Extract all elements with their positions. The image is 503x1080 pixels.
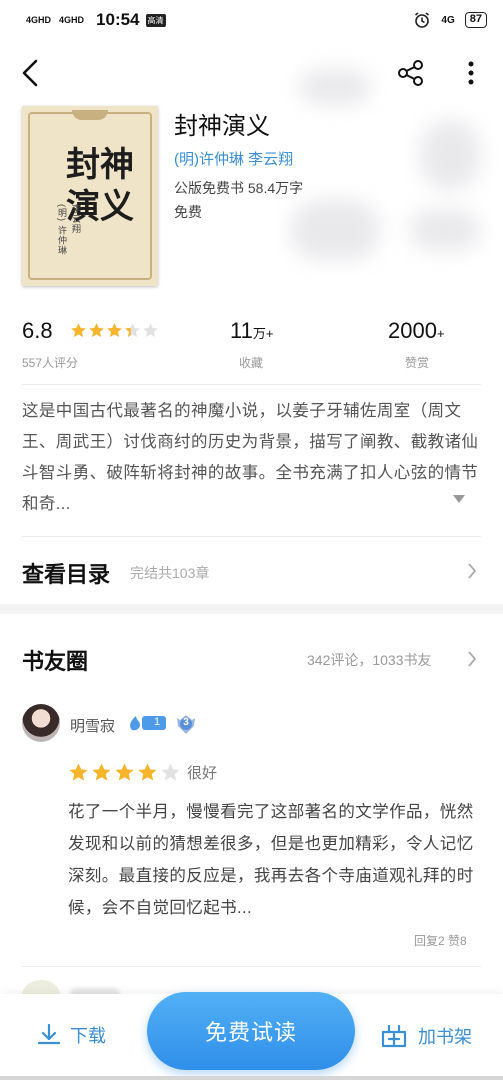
- blurred-area-1: [420, 120, 480, 190]
- star-icon: [89, 323, 104, 337]
- share-icon: [398, 60, 423, 86]
- review-rating-text: 很好: [187, 765, 218, 782]
- user-level: 1: [153, 716, 161, 728]
- review-text[interactable]: 花了一个半月，慢慢看完了这部著名的文学作品，恍然发现和以前的猜想差很多，但是也更…: [68, 796, 483, 924]
- cover-author-1: (明) 许仲琳: [57, 204, 67, 256]
- book-meta: 公版免费书 58.4万字: [174, 180, 304, 196]
- section-separator: [0, 604, 503, 614]
- signal-indicator-2: 4GHD: [59, 14, 85, 25]
- star-icon: [125, 323, 140, 337]
- blurred-area-2: [290, 200, 380, 260]
- badge-level: 3: [183, 717, 189, 728]
- status-right: 4G 87: [413, 11, 487, 29]
- reward-label: 赞赏: [405, 356, 430, 370]
- collect-value: 11: [230, 318, 253, 343]
- divider: [22, 536, 481, 537]
- status-bar: 4GHD 4GHD 10:54 高清 4G 87: [0, 0, 503, 40]
- hd-badge: 高清: [145, 13, 166, 27]
- clock: 10:54: [96, 10, 140, 29]
- table-of-contents-row[interactable]: 查看目录 完结共103章: [0, 540, 503, 602]
- home-indicator: [0, 1076, 503, 1080]
- divider: [22, 966, 481, 967]
- book-description[interactable]: 这是中国古代最著名的神魔小说，以姜子牙辅佐周室（周文王、周武王）讨伐商纣的历史为…: [22, 396, 484, 520]
- star-icon: [138, 763, 157, 781]
- book-price: 免费: [174, 204, 202, 220]
- collect-unit: 万+: [252, 326, 274, 341]
- circle-meta[interactable]: 342评论，1033书友: [307, 650, 432, 670]
- collect-stat[interactable]: 11万+: [230, 318, 273, 344]
- book-title: 封神演义: [174, 113, 270, 140]
- signal-indicator-1: 4GHD: [26, 14, 52, 25]
- download-icon: [37, 1023, 61, 1045]
- star-icon: [115, 763, 134, 781]
- reward-stat[interactable]: 2000+: [388, 318, 445, 344]
- reward-value: 2000: [388, 318, 437, 343]
- rating-score: 6.8: [22, 318, 53, 344]
- toc-subtitle: 完结共103章: [130, 565, 210, 581]
- add-to-shelf-button[interactable]: 加书架: [380, 1022, 472, 1050]
- top-nav: [0, 44, 503, 104]
- avatar[interactable]: [22, 704, 60, 742]
- circle-title: 书友圈: [22, 649, 89, 674]
- chevron-left-icon: [22, 59, 38, 87]
- download-button[interactable]: 下载: [36, 1022, 106, 1048]
- alarm-icon: [415, 12, 430, 28]
- more-button[interactable]: [458, 56, 484, 90]
- score-value: 6.8: [22, 318, 53, 343]
- chevron-right-icon: [468, 563, 477, 579]
- reward-unit: +: [436, 326, 445, 341]
- review-stars: [68, 762, 181, 783]
- blurred-header-area: [300, 70, 370, 104]
- cover-ornament: [72, 110, 108, 120]
- book-authors[interactable]: (明)许仲琳 李云翔: [174, 148, 293, 169]
- star-icon: [71, 323, 86, 337]
- download-label: 下载: [70, 1026, 106, 1046]
- collect-label: 收藏: [239, 356, 264, 370]
- back-button[interactable]: [14, 56, 46, 90]
- chevron-right-icon[interactable]: [467, 651, 477, 667]
- blurred-area-3: [410, 210, 480, 250]
- battery-indicator: 87: [464, 12, 487, 28]
- network-indicator: 4G: [441, 14, 455, 26]
- review-username[interactable]: 明雪寂: [70, 715, 115, 736]
- expand-triangle-icon[interactable]: [452, 494, 466, 504]
- ratings-count: 557人评分: [22, 356, 79, 370]
- review-footer[interactable]: 回复2 赞8: [414, 932, 467, 949]
- star-icon: [143, 323, 158, 337]
- rating-stars: [70, 322, 159, 339]
- share-button[interactable]: [392, 56, 430, 90]
- star-icon: [69, 763, 88, 781]
- star-icon: [161, 763, 180, 781]
- bookshelf-add-icon: [381, 1024, 407, 1048]
- star-icon: [107, 323, 122, 337]
- cover-author-2: 李云翔: [71, 204, 81, 234]
- free-trial-read-button[interactable]: 免费试读: [147, 992, 355, 1070]
- star-icon: [92, 763, 111, 781]
- shelf-label: 加书架: [418, 1027, 472, 1047]
- toc-title: 查看目录: [22, 562, 111, 587]
- book-cover[interactable]: 封神演义 (明) 许仲琳 李云翔: [22, 106, 158, 286]
- more-vertical-icon: [468, 61, 474, 85]
- divider: [22, 384, 481, 385]
